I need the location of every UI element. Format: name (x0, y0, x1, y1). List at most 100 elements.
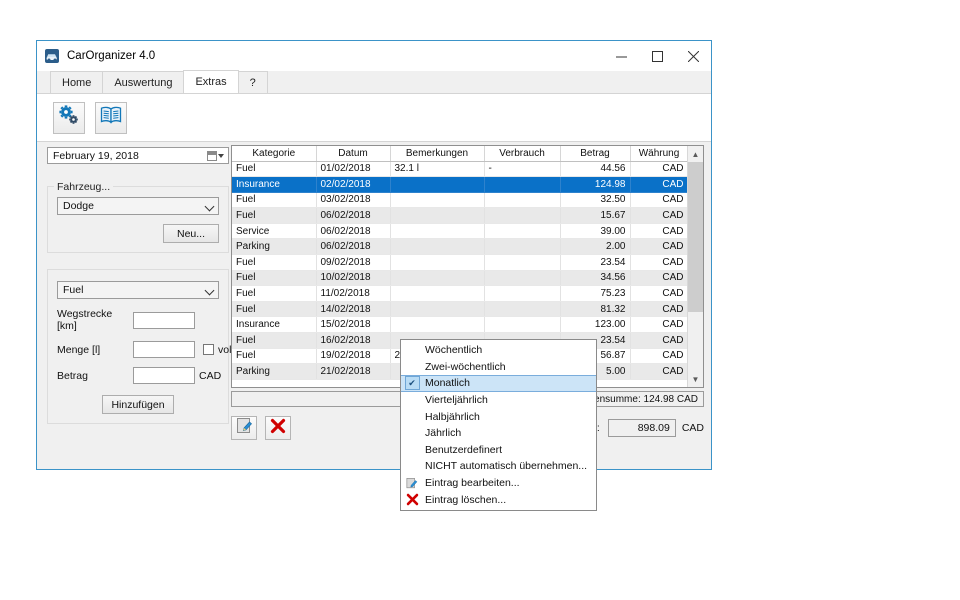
cell-bemerkungen (390, 177, 484, 193)
column-header-betrag[interactable]: Betrag (560, 146, 630, 161)
window-title: CarOrganizer 4.0 (67, 50, 155, 62)
add-entry-button-label: Hinzufügen (111, 399, 164, 411)
amount-input[interactable] (133, 341, 195, 358)
cell-verbrauch (484, 270, 560, 286)
tab-extras[interactable]: Extras (183, 70, 238, 93)
column-header-waehrung[interactable]: Währung (630, 146, 687, 161)
cell-kategorie: Service (232, 223, 316, 239)
title-bar: CarOrganizer 4.0 (37, 41, 711, 71)
tab-auswertung-label: Auswertung (114, 77, 172, 89)
cell-datum: 14/02/2018 (316, 301, 390, 317)
column-header-kategorie[interactable]: Kategorie (232, 146, 316, 161)
tab-home[interactable]: Home (50, 71, 103, 93)
cell-verbrauch (484, 223, 560, 239)
minimize-button[interactable] (603, 41, 639, 71)
cell-betrag: 124.98 (560, 177, 630, 193)
settings-button[interactable] (53, 102, 85, 134)
cell-kategorie: Fuel (232, 286, 316, 302)
menu-item-7[interactable]: NICHT automatisch übernehmen... (401, 458, 596, 475)
cell-waehrung: CAD (630, 192, 687, 208)
manual-button[interactable] (95, 102, 127, 134)
table-row[interactable]: Parking06/02/20182.00CAD (232, 239, 687, 255)
cell-kategorie: Fuel (232, 192, 316, 208)
cell-waehrung: CAD (630, 177, 687, 193)
distance-row: Wegstrecke [km] (57, 308, 219, 332)
distance-input[interactable] (133, 312, 195, 329)
cell-datum: 21/02/2018 (316, 364, 390, 380)
menu-item-label: Zwei-wöchentlich (423, 361, 506, 373)
cell-bemerkungen (390, 286, 484, 302)
edit-entry-button[interactable] (231, 416, 257, 440)
vehicle-group: Fahrzeug... Dodge Neu... (47, 186, 229, 253)
vehicle-combo[interactable]: Dodge (57, 197, 219, 215)
column-header-datum[interactable]: Datum (316, 146, 390, 161)
delete-entry-button[interactable] (265, 416, 291, 440)
entry-category-combo[interactable]: Fuel (57, 281, 219, 299)
cell-verbrauch (484, 239, 560, 255)
menu-item-8[interactable]: Eintrag bearbeiten... (401, 475, 596, 492)
menu-item-label: Eintrag löschen... (423, 494, 506, 506)
menu-item-1[interactable]: Zwei-wöchentlich (401, 359, 596, 376)
menu-item-3[interactable]: Vierteljährlich (401, 392, 596, 409)
cell-waehrung: CAD (630, 301, 687, 317)
cell-datum: 01/02/2018 (316, 161, 390, 177)
price-currency-label: CAD (199, 370, 221, 382)
date-picker[interactable]: February 19, 2018 (47, 147, 229, 164)
tab-strip: Home Auswertung Extras ? (37, 71, 711, 94)
menu-item-0[interactable]: Wöchentlich (401, 342, 596, 359)
tab-auswertung[interactable]: Auswertung (102, 71, 184, 93)
scrollbar-track[interactable] (688, 162, 703, 371)
full-tank-checkbox[interactable] (203, 344, 214, 355)
table-row[interactable]: Insurance15/02/2018123.00CAD (232, 317, 687, 333)
cell-datum: 11/02/2018 (316, 286, 390, 302)
context-menu[interactable]: WöchentlichZwei-wöchentlich✔MonatlichVie… (400, 339, 597, 511)
cell-datum: 10/02/2018 (316, 270, 390, 286)
cell-bemerkungen (390, 239, 484, 255)
checkmark-box: ✔ (405, 376, 420, 390)
menu-item-6[interactable]: Benutzerdefinert (401, 442, 596, 459)
new-vehicle-button[interactable]: Neu... (163, 224, 219, 243)
menu-item-9[interactable]: Eintrag löschen... (401, 491, 596, 508)
close-button[interactable] (675, 41, 711, 71)
table-row[interactable]: Fuel10/02/201834.56CAD (232, 270, 687, 286)
distance-label: Wegstrecke [km] (57, 308, 133, 332)
grid-vertical-scrollbar[interactable]: ▲ ▼ (687, 146, 703, 387)
table-row[interactable]: Fuel09/02/201823.54CAD (232, 255, 687, 271)
tab-help-label: ? (250, 77, 256, 89)
scroll-up-arrow-icon[interactable]: ▲ (688, 146, 703, 162)
table-row[interactable]: Insurance02/02/2018124.98CAD (232, 177, 687, 193)
cell-kategorie: Fuel (232, 161, 316, 177)
table-header: Kategorie Datum Bemerkungen Verbrauch Be… (232, 146, 687, 161)
column-header-bemerkungen[interactable]: Bemerkungen (390, 146, 484, 161)
menu-item-label: Monatlich (423, 377, 470, 389)
left-pane: February 19, 2018 Fahrzeug... Dodge Neu.… (47, 147, 229, 461)
maximize-button[interactable] (639, 41, 675, 71)
price-input[interactable] (133, 367, 195, 384)
column-header-verbrauch[interactable]: Verbrauch (484, 146, 560, 161)
book-icon (100, 105, 122, 130)
table-row[interactable]: Fuel11/02/201875.23CAD (232, 286, 687, 302)
menu-item-4[interactable]: Halbjährlich (401, 408, 596, 425)
cell-betrag: 123.00 (560, 317, 630, 333)
menu-item-5[interactable]: Jährlich (401, 425, 596, 442)
menu-item-2[interactable]: ✔Monatlich (401, 375, 596, 392)
calendar-icon (207, 151, 217, 161)
scroll-down-arrow-icon[interactable]: ▼ (688, 371, 703, 387)
cell-waehrung: CAD (630, 208, 687, 224)
add-entry-button[interactable]: Hinzufügen (102, 395, 173, 414)
menu-item-label: Wöchentlich (423, 344, 482, 356)
scrollbar-thumb[interactable] (688, 162, 703, 312)
date-picker-dropdown-button[interactable] (207, 151, 226, 161)
table-row[interactable]: Service06/02/201839.00CAD (232, 223, 687, 239)
tab-home-label: Home (62, 77, 91, 89)
cell-datum: 06/02/2018 (316, 223, 390, 239)
table-row[interactable]: Fuel01/02/201832.1 l-44.56CAD (232, 161, 687, 177)
amount-row: Menge [l] voll... (57, 341, 219, 358)
menu-item-label: Eintrag bearbeiten... (423, 477, 520, 489)
cell-waehrung: CAD (630, 364, 687, 380)
table-row[interactable]: Fuel06/02/201815.67CAD (232, 208, 687, 224)
table-row[interactable]: Fuel03/02/201832.50CAD (232, 192, 687, 208)
table-row[interactable]: Fuel14/02/201881.32CAD (232, 301, 687, 317)
tab-help[interactable]: ? (238, 71, 268, 93)
cell-datum: 03/02/2018 (316, 192, 390, 208)
